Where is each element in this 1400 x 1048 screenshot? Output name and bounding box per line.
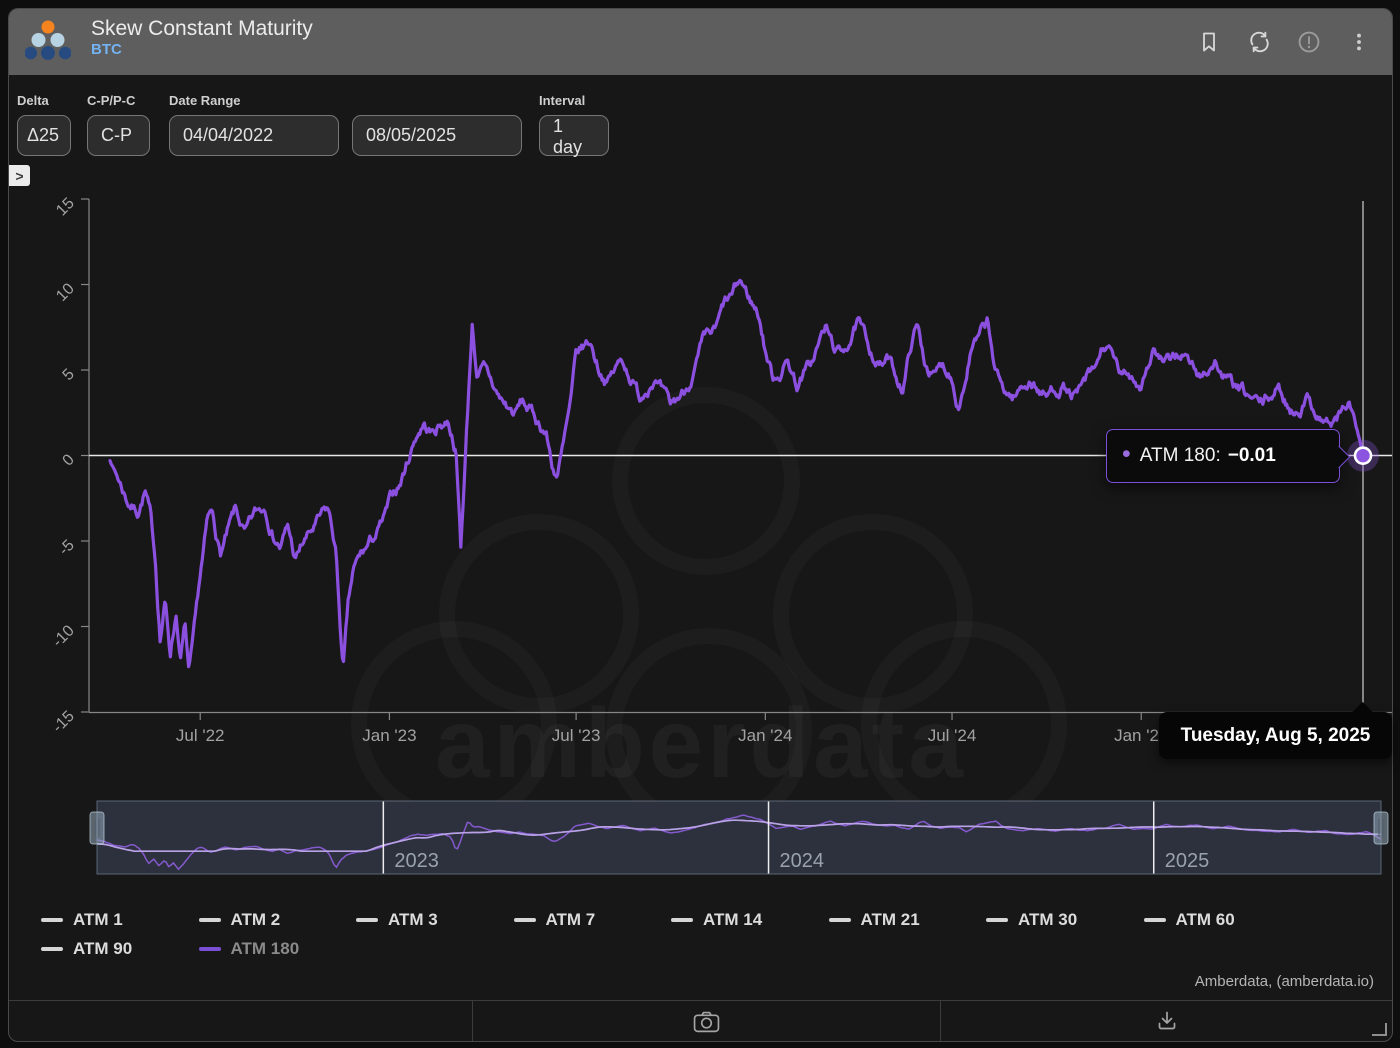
y-axis-tick-label: -10 [49,622,77,650]
credit-text: Amberdata, (amberdata.io) [1195,973,1374,990]
legend-marker [829,918,851,922]
legend-label: ATM 60 [1176,910,1235,930]
legend-item-atm-7[interactable]: ATM 7 [514,909,596,931]
legend-item-atm-30[interactable]: ATM 30 [986,909,1077,931]
navigator-year-label: 2024 [780,850,825,872]
legend-item-atm-1[interactable]: ATM 1 [41,909,123,931]
legend-item-atm-2[interactable]: ATM 2 [199,909,281,931]
skew-chart[interactable]: amberdata 15 10 5 0 -5 -10 -15 Jul '22 Jan '23 Jul… [9,9,1392,1041]
navigator-handle-left[interactable] [90,812,104,844]
legend-label: ATM 90 [73,939,132,959]
legend-item-atm-14[interactable]: ATM 14 [671,909,762,931]
download-icon [1155,1009,1179,1033]
legend-item-atm-180[interactable]: ATM 180 [199,938,300,960]
point-marker[interactable] [1355,448,1371,464]
tooltip-series-bullet: • [1122,442,1131,467]
tooltip-series-label: ATM 180: [1140,445,1221,467]
legend-label: ATM 1 [73,910,123,930]
series-tooltip: • ATM 180: −0.01 [1106,429,1340,483]
navigator-handle-right[interactable] [1374,812,1388,844]
legend-label: ATM 21 [861,910,920,930]
legend-marker [986,918,1008,922]
legend-item-atm-3[interactable]: ATM 3 [356,909,438,931]
legend-label: ATM 2 [231,910,281,930]
y-axis-tick-label: -5 [56,537,78,559]
legend-marker [356,918,378,922]
legend-marker [199,918,221,922]
y-axis-tick-label: 15 [53,195,78,220]
y-axis-tick-label: 10 [53,280,78,305]
navigator-year-label: 2025 [1165,850,1210,872]
x-axis-tick-label: Jan '23 [362,726,416,745]
x-axis-tick-label: Jul '23 [552,726,601,745]
legend-label: ATM 30 [1018,910,1077,930]
navigator-year-label: 2023 [394,850,439,872]
tooltip-series-value: −0.01 [1228,445,1276,467]
x-axis-tick-label: Jan '24 [738,726,792,745]
x-axis-tick-label: Jul '24 [928,726,977,745]
legend-label: ATM 180 [231,939,300,959]
bottom-toolbar [9,1000,1392,1041]
y-axis-tick-label: 5 [60,366,78,384]
watermark-text: amberdata [435,688,967,798]
download-button[interactable] [941,1001,1392,1041]
legend-marker [1144,918,1166,922]
legend-marker [41,947,63,951]
legend-marker [514,918,536,922]
y-axis-tick-label: 0 [60,451,78,469]
toolbar-left-section[interactable] [9,1001,472,1041]
legend-marker [41,918,63,922]
legend-marker [199,947,221,951]
legend-label: ATM 14 [703,910,762,930]
legend-label: ATM 3 [388,910,438,930]
legend-item-atm-21[interactable]: ATM 21 [829,909,920,931]
x-axis-tick-label: Jul '22 [176,726,225,745]
resize-handle[interactable] [1372,1023,1387,1036]
date-tooltip: Tuesday, Aug 5, 2025 [1159,712,1392,759]
legend-item-atm-60[interactable]: ATM 60 [1144,909,1235,931]
chart-widget-window: Skew Constant Maturity BTC [8,8,1393,1042]
camera-icon [693,1010,720,1033]
legend-label: ATM 7 [546,910,596,930]
date-tooltip-text: Tuesday, Aug 5, 2025 [1181,725,1371,747]
legend-item-atm-90[interactable]: ATM 90 [41,938,132,960]
legend-marker [671,918,693,922]
page-background: Skew Constant Maturity BTC [0,0,1400,1048]
y-axis-tick-label: -15 [49,708,77,736]
screenshot-button[interactable] [472,1001,941,1041]
